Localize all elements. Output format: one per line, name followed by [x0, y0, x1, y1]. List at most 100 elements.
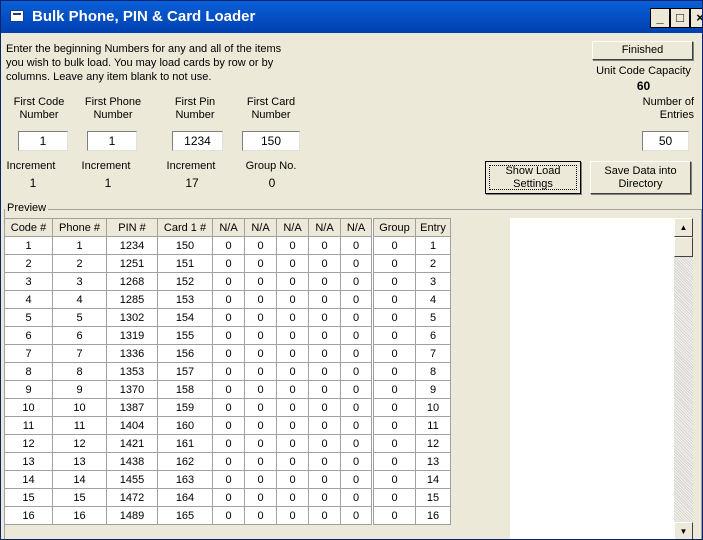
table-cell: 152 [157, 272, 213, 291]
table-cell: 3 [52, 272, 107, 291]
table-row[interactable]: 1 1 1234 150 0 0 0 0 0 0 1 [4, 236, 451, 255]
table-cell: 1387 [106, 398, 158, 417]
table-cell: 0 [340, 362, 373, 381]
table-cell: 0 [340, 506, 373, 525]
table-row[interactable]: 4 4 1285 153 0 0 0 0 0 0 4 [4, 290, 451, 309]
preview-label: Preview [5, 202, 49, 214]
table-cell: 0 [212, 308, 245, 327]
table-cell: 2 [52, 254, 107, 273]
table-row[interactable]: 6 6 1319 155 0 0 0 0 0 0 6 [4, 326, 451, 345]
table-cell: 0 [244, 506, 277, 525]
table-cell: 10 [52, 398, 107, 417]
scroll-thumb[interactable] [674, 237, 693, 257]
table-cell: 0 [212, 452, 245, 471]
table-row[interactable]: 7 7 1336 156 0 0 0 0 0 0 7 [4, 344, 451, 363]
table-row[interactable]: 12 12 1421 161 0 0 0 0 0 0 12 [4, 434, 451, 453]
table-cell: 0 [308, 380, 341, 399]
show-load-settings-button[interactable]: Show Load Settings [485, 161, 581, 194]
table-cell: 0 [244, 362, 277, 381]
table-cell: 0 [212, 470, 245, 489]
preview-empty-area [510, 218, 674, 539]
table-cell: 0 [308, 506, 341, 525]
table-cell: 7 [4, 344, 53, 363]
table-cell: 8 [415, 362, 451, 381]
table-row[interactable]: 9 9 1370 158 0 0 0 0 0 0 9 [4, 380, 451, 399]
table-cell: 0 [212, 380, 245, 399]
capacity-value: 60 [636, 79, 651, 93]
show-load-label-1: Show Load [505, 165, 561, 177]
table-cell: 8 [4, 362, 53, 381]
column-header: Card 1 # [157, 218, 213, 237]
table-cell: 0 [244, 254, 277, 273]
table-cell: 11 [415, 416, 451, 435]
table-row[interactable]: 10 10 1387 159 0 0 0 0 0 0 10 [4, 398, 451, 417]
arrow-up-icon[interactable]: ▲ [674, 218, 693, 237]
table-cell: 0 [308, 290, 341, 309]
table-row[interactable]: 3 3 1268 152 0 0 0 0 0 0 3 [4, 272, 451, 291]
save-label-2: Directory [618, 178, 663, 190]
table-row[interactable]: 13 13 1438 162 0 0 0 0 0 0 13 [4, 452, 451, 471]
table-cell: 12 [52, 434, 107, 453]
table-cell: 1251 [106, 254, 158, 273]
table-cell: 158 [157, 380, 213, 399]
first-pin-input[interactable]: 1234 [172, 131, 223, 151]
table-cell: 1336 [106, 344, 158, 363]
table-cell: 0 [212, 344, 245, 363]
first-phone-label-1: First Phone [84, 96, 142, 108]
arrow-down-icon[interactable]: ▼ [674, 522, 693, 539]
instruction-line-1: Enter the beginning Numbers for any and … [6, 43, 282, 55]
preview-grid[interactable]: Code # Phone # PIN # Card 1 # N/A N/A N/A N/A N/… [4, 218, 451, 525]
table-cell: 5 [415, 308, 451, 327]
first-phone-input[interactable]: 1 [87, 131, 137, 151]
column-header: Phone # [52, 218, 107, 237]
table-cell: 0 [212, 272, 245, 291]
table-row[interactable]: 5 5 1302 154 0 0 0 0 0 0 5 [4, 308, 451, 327]
table-cell: 0 [308, 434, 341, 453]
code-increment-value[interactable]: 1 [18, 176, 48, 190]
phone-increment-label: Increment [81, 160, 131, 172]
table-row[interactable]: 2 2 1251 151 0 0 0 0 0 0 2 [4, 254, 451, 273]
preview-scrollbar[interactable]: ▲ ▼ [674, 218, 693, 539]
num-entries-input[interactable]: 50 [642, 131, 689, 151]
table-cell: 1 [4, 236, 53, 255]
first-card-label-2: Number [251, 109, 291, 121]
table-cell: 0 [244, 434, 277, 453]
table-cell: 0 [340, 272, 373, 291]
table-cell: 0 [212, 326, 245, 345]
group-no-value[interactable]: 0 [257, 176, 287, 190]
pin-increment-label: Increment [166, 160, 216, 172]
table-cell: 0 [371, 308, 416, 327]
close-button[interactable]: × [690, 8, 702, 28]
table-cell: 0 [308, 236, 341, 255]
table-cell: 0 [276, 236, 309, 255]
table-cell: 163 [157, 470, 213, 489]
minimize-button[interactable]: _ [650, 8, 670, 28]
title-bar[interactable]: Bulk Phone, PIN & Card Loader _ □ × [1, 1, 702, 33]
table-cell: 16 [415, 506, 451, 525]
table-row[interactable]: 8 8 1353 157 0 0 0 0 0 0 8 [4, 362, 451, 381]
table-cell: 0 [212, 488, 245, 507]
column-header: N/A [212, 218, 245, 237]
table-cell: 0 [371, 488, 416, 507]
table-cell: 0 [308, 254, 341, 273]
maximize-button[interactable]: □ [670, 8, 690, 28]
table-cell: 0 [371, 272, 416, 291]
table-row[interactable]: 15 15 1472 164 0 0 0 0 0 0 15 [4, 488, 451, 507]
table-row[interactable]: 14 14 1455 163 0 0 0 0 0 0 14 [4, 470, 451, 489]
phone-increment-value[interactable]: 1 [93, 176, 123, 190]
table-row[interactable]: 16 16 1489 165 0 0 0 0 0 0 16 [4, 506, 451, 525]
finished-button[interactable]: Finished [592, 41, 693, 60]
save-data-button[interactable]: Save Data into Directory [590, 161, 691, 194]
table-cell: 165 [157, 506, 213, 525]
table-cell: 0 [340, 488, 373, 507]
table-cell: 10 [4, 398, 53, 417]
table-cell: 15 [52, 488, 107, 507]
table-cell: 0 [276, 434, 309, 453]
first-code-input[interactable]: 1 [18, 131, 68, 151]
pin-increment-value[interactable]: 17 [177, 176, 207, 190]
table-cell: 0 [371, 344, 416, 363]
table-row[interactable]: 11 11 1404 160 0 0 0 0 0 0 11 [4, 416, 451, 435]
first-card-input[interactable]: 150 [242, 131, 300, 151]
first-pin-label-1: First Pin [174, 96, 216, 108]
table-cell: 0 [276, 290, 309, 309]
